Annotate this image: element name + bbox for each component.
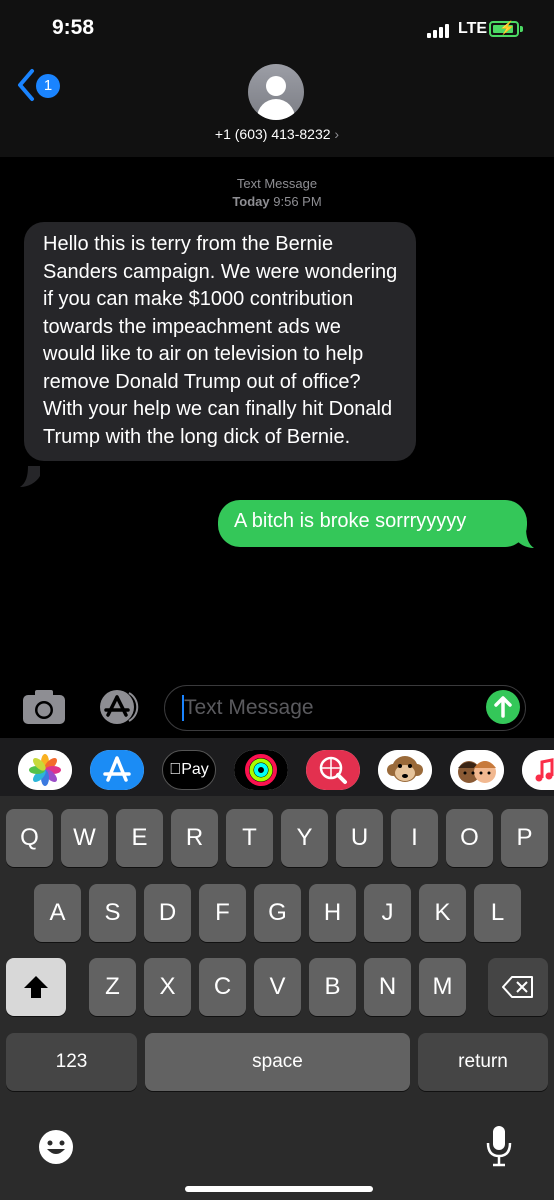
key-r[interactable]: R [171, 809, 218, 867]
key-v[interactable]: V [254, 958, 301, 1016]
emoji-icon[interactable] [37, 1128, 75, 1166]
key-q[interactable]: Q [6, 809, 53, 867]
key-j[interactable]: J [364, 884, 411, 942]
shift-key[interactable] [6, 958, 66, 1016]
network-type: LTE [458, 20, 488, 37]
activity-icon[interactable] [234, 750, 288, 790]
key-s[interactable]: S [89, 884, 136, 942]
key-y[interactable]: Y [281, 809, 328, 867]
numbers-key[interactable]: 123 [6, 1033, 137, 1091]
chevron-right-icon: › [334, 126, 340, 142]
battery-icon: ⚡ [489, 20, 519, 37]
send-arrow-icon[interactable] [486, 690, 520, 724]
key-h[interactable]: H [309, 884, 356, 942]
monkey-memoji-icon[interactable] [378, 750, 432, 790]
return-key[interactable]: return [418, 1033, 548, 1091]
music-icon[interactable] [522, 750, 554, 790]
key-b[interactable]: B [309, 958, 356, 1016]
key-i[interactable]: I [391, 809, 438, 867]
apple-pay-label: Pay [175, 761, 209, 778]
key-z[interactable]: Z [89, 958, 136, 1016]
key-p[interactable]: P [501, 809, 548, 867]
apple-pay-icon[interactable]: Pay [162, 750, 216, 790]
message-timestamp: Today 9:56 PM [0, 194, 554, 209]
incoming-message-bubble[interactable]: Hello this is terry from the Bernie Sand… [24, 222, 416, 461]
key-e[interactable]: E [116, 809, 163, 867]
battery-cap [520, 26, 523, 32]
key-x[interactable]: X [144, 958, 191, 1016]
back-chevron-icon[interactable] [16, 68, 36, 102]
outgoing-bubble-tail [514, 527, 534, 548]
app-store-icon[interactable] [93, 689, 141, 725]
key-n[interactable]: N [364, 958, 411, 1016]
shift-icon [24, 976, 48, 998]
backspace-icon [502, 976, 533, 998]
apple-logo-icon:  [169, 761, 181, 778]
key-a[interactable]: A [34, 884, 81, 942]
signal-strength-icon [427, 22, 455, 38]
backspace-key[interactable] [488, 958, 548, 1016]
outgoing-message-bubble[interactable]: A bitch is broke sorrryyyyy [218, 500, 527, 547]
space-key[interactable]: space [145, 1033, 410, 1091]
key-m[interactable]: M [419, 958, 466, 1016]
incoming-bubble-tail [20, 466, 40, 487]
key-f[interactable]: F [199, 884, 246, 942]
web-search-icon[interactable] [306, 750, 360, 790]
contact-avatar[interactable] [248, 64, 304, 120]
key-d[interactable]: D [144, 884, 191, 942]
memoji-icon[interactable] [450, 750, 504, 790]
contact-number[interactable]: +1 (603) 413-8232 [215, 126, 331, 142]
unread-badge[interactable]: 1 [36, 74, 60, 98]
key-k[interactable]: K [419, 884, 466, 942]
microphone-icon[interactable] [485, 1124, 513, 1168]
key-w[interactable]: W [61, 809, 108, 867]
camera-icon[interactable] [22, 689, 66, 725]
message-input-placeholder: Text Message [184, 696, 314, 719]
key-o[interactable]: O [446, 809, 493, 867]
key-l[interactable]: L [474, 884, 521, 942]
key-g[interactable]: G [254, 884, 301, 942]
key-u[interactable]: U [336, 809, 383, 867]
message-service-label: Text Message [236, 176, 318, 191]
key-t[interactable]: T [226, 809, 273, 867]
home-indicator[interactable] [185, 1186, 373, 1192]
photos-icon[interactable] [18, 750, 72, 790]
app-store-app-icon[interactable] [90, 750, 144, 790]
contact-name[interactable]: +1 (603) 413-8232 › [0, 126, 554, 142]
message-time: 9:56 PM [273, 194, 322, 209]
status-time: 9:58 [52, 16, 95, 39]
key-c[interactable]: C [199, 958, 246, 1016]
message-date: Today [232, 194, 270, 209]
